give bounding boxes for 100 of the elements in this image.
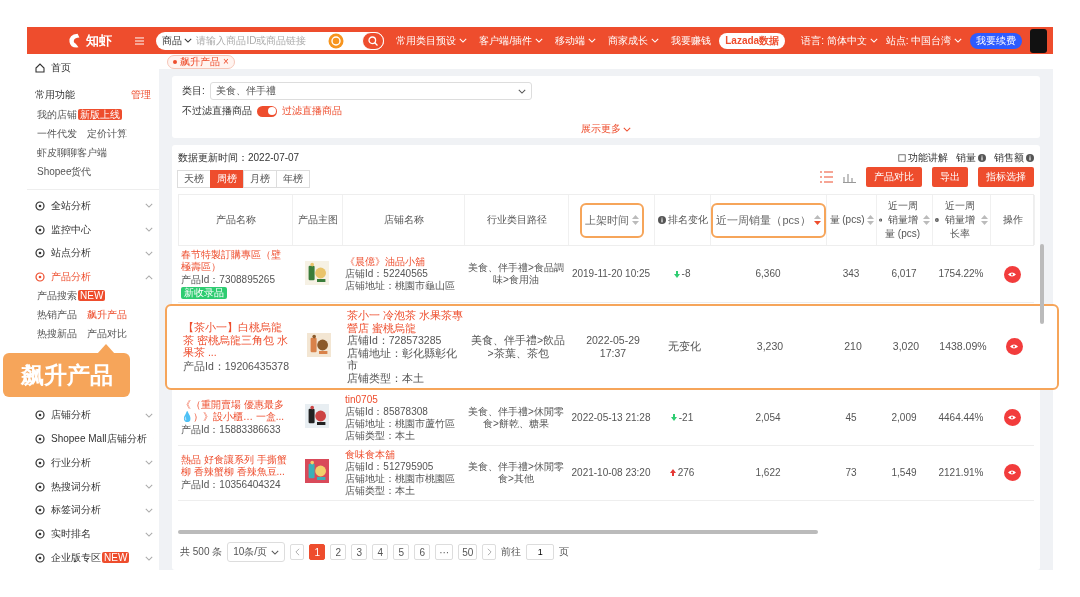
sidebar-subitem[interactable]: 飙升产品 [87,308,127,323]
shop-name[interactable]: 茶小一 冷泡茶 水果茶專營店 蜜桃烏龍 [347,309,463,335]
column-header[interactable]: 上架时间 [579,202,644,238]
page-size-select[interactable]: 10条/页 [227,542,286,562]
shop-name[interactable]: 《晨億》油品小舖 [345,256,425,268]
table-cell-text: 4464.44% [937,411,985,424]
page-button[interactable]: 4 [372,544,389,560]
view-button[interactable] [1005,338,1023,356]
sort-icon[interactable] [631,215,639,225]
renew-button[interactable]: 我要续费 [970,32,1023,49]
avatar[interactable] [1030,28,1047,53]
sidebar-item[interactable]: 实时排名 [27,522,159,547]
search-button[interactable] [362,31,385,50]
nav-menu[interactable]: 移动端 [555,33,597,48]
page-button[interactable]: 1 [309,544,326,560]
sort-icon[interactable] [866,215,874,225]
column-header: 近一周销量增量 (pcs) [884,199,921,241]
sort-icon[interactable] [813,215,821,225]
chevron-icon [145,484,153,490]
sidebar-item[interactable]: 店铺分析 [27,403,159,427]
sidebar-item[interactable]: 产品分析 [27,265,159,290]
manage-link[interactable]: 管理 [131,87,151,102]
language-select[interactable]: 语言: 简体中文 [801,33,878,48]
page-input[interactable]: 1 [526,544,555,560]
sidebar-subitem[interactable]: 产品对比 [87,327,127,342]
metric-help[interactable]: 销量 [956,151,986,165]
shop-detail: 店铺地址：彰化縣彰化市 [347,346,458,372]
page-button[interactable]: ··· [435,544,454,560]
sidebar-item[interactable]: Shopee Mall店铺分析 [27,426,159,451]
shortcut-link[interactable]: 一件代发 [37,126,77,141]
show-more-link[interactable]: 展示更多 [581,122,631,136]
page-button[interactable]: 50 [458,544,478,560]
sidebar-item[interactable]: 监控中心 [27,217,159,242]
nav-menu[interactable]: 商家成长 [608,33,660,48]
shortcut-link[interactable]: 虾皮聊聊客户端 [37,145,107,160]
metric-help[interactable]: 销售额 [994,151,1034,165]
sort-icon[interactable] [923,215,930,225]
sidebar-item[interactable]: 首页 [27,56,159,80]
listed-time: 2019-11-20 10:25 [570,268,652,280]
period-tab[interactable]: 周榜 [210,170,244,188]
site-select[interactable]: 站点: 中国台湾 [885,33,963,48]
sidebar-item[interactable]: 行业分析 [27,450,159,475]
prev-page-button[interactable] [290,544,305,560]
sidebar-item[interactable]: 企业版专区 NEW [27,546,159,570]
next-page-button[interactable] [482,544,497,560]
sidebar-item[interactable]: 热搜词分析 [27,474,159,499]
sidebar-item[interactable]: 全站分析 [27,193,159,218]
action-button[interactable]: 指标选择 [978,166,1034,187]
list-icon[interactable] [820,170,833,183]
page-button[interactable]: 5 [393,544,410,560]
action-button[interactable]: 导出 [932,166,968,187]
product-name[interactable]: 【茶小一】白桃烏龍茶 密桃烏龍三角包 水果茶 ... [183,321,291,359]
scrollbar[interactable] [1040,244,1044,324]
view-button[interactable] [1003,409,1021,427]
table-cell-text: 210 [843,340,863,354]
shop-name[interactable]: tin0705 [345,393,378,406]
column-header[interactable]: 近一周销量（pcs） [711,202,826,238]
section-title: 常用功能 [35,87,75,102]
sidebar-item[interactable]: 站点分析 [27,241,159,266]
shop-name[interactable]: 食味食本舖 [345,448,395,461]
total-count: 共 500 条 [180,545,223,559]
chevron-icon [145,203,153,209]
scrollbar[interactable] [178,530,818,534]
shop-detail: 店铺类型：本土 [347,371,424,385]
table-cell-text: 2,009 [890,411,918,424]
page-button[interactable]: 2 [330,544,347,560]
product-name[interactable]: 《（重開賣場 優惠最多💧）》設小櫃… 一盒... [181,399,289,424]
sidebar-subitem[interactable]: 热销产品 [37,308,77,323]
page-button[interactable]: 3 [351,544,368,560]
action-button[interactable]: 产品对比 [866,166,922,187]
circle-icon[interactable] [328,32,345,49]
lazada-link[interactable]: Lazada数据 [719,32,786,49]
period-tab[interactable]: 月榜 [243,170,277,188]
menu-icon[interactable] [135,35,145,46]
shortcut-link[interactable]: 我的店铺 新版上线 [37,107,122,122]
view-button[interactable] [1003,464,1021,482]
shortcut-link[interactable]: Shopee货代 [37,164,92,179]
view-button[interactable] [1003,265,1021,283]
chevron-icon [588,38,597,43]
eye-icon [1008,271,1016,277]
nav-menu[interactable]: 客户端/插件 [479,33,544,48]
product-name[interactable]: 春节特製訂購專區（壁極壽區） [181,249,289,273]
help-link[interactable]: 功能讲解 [898,151,948,165]
scope-select[interactable]: 商品 [162,33,193,48]
sidebar-item[interactable]: 标签词分析 [27,498,159,523]
nav-menu[interactable]: 我要赚钱 [671,33,712,48]
period-tab[interactable]: 年榜 [276,170,310,188]
nav-menu[interactable]: 常用类目预设 [396,33,468,48]
field-label: 类目: [182,84,205,98]
sort-icon[interactable] [981,215,988,225]
sidebar-subitem[interactable]: 产品搜索 NEW [37,289,106,304]
toggle-switch[interactable] [257,105,277,117]
page-tab[interactable]: 飙升产品 × [167,54,235,69]
search-field[interactable]: 商品 请输入商品ID或商品链接 [156,31,385,50]
period-tab[interactable]: 天榜 [177,170,211,188]
product-name[interactable]: 熱品 好食讓系列 手撕蟹柳 香辣蟹柳 香辣魚豆... [181,454,289,479]
page-button[interactable]: 6 [414,544,431,560]
sidebar-subitem[interactable]: 热搜新品 [37,327,77,342]
category-select[interactable]: 美食、伴手禮 [209,82,532,100]
shortcut-link[interactable]: 定价计算 [87,126,127,141]
